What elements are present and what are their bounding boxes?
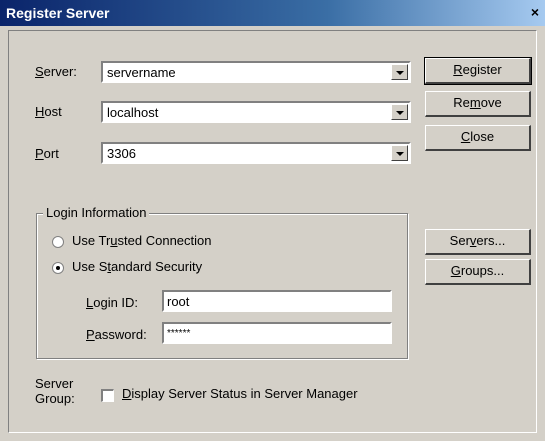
server-value: servername <box>107 65 176 80</box>
close-button[interactable]: Close <box>425 125 531 151</box>
trusted-connection-radio[interactable] <box>52 236 64 248</box>
password-label: Password: <box>86 327 147 342</box>
host-dropdown-button[interactable] <box>391 104 408 120</box>
trusted-connection-label[interactable]: Use Trusted Connection <box>72 233 211 248</box>
server-combobox[interactable]: servername <box>101 61 411 83</box>
password-value: ****** <box>167 328 191 339</box>
login-id-value: root <box>167 294 190 309</box>
standard-security-radio[interactable] <box>52 262 64 274</box>
port-value: 3306 <box>107 146 136 161</box>
chevron-down-icon <box>396 71 404 75</box>
login-id-input[interactable]: root <box>162 290 392 312</box>
host-value: localhost <box>107 105 159 120</box>
remove-button[interactable]: Remove <box>425 91 531 117</box>
register-button[interactable]: Register <box>424 57 532 85</box>
port-combobox[interactable]: 3306 <box>101 142 411 164</box>
servers-button[interactable]: Servers... <box>425 229 531 255</box>
display-server-status-checkbox[interactable] <box>101 389 114 402</box>
title-bar[interactable]: Register Server × <box>0 0 545 26</box>
chevron-down-icon <box>396 111 404 115</box>
login-id-label: Login ID: <box>86 295 139 310</box>
server-dropdown-button[interactable] <box>391 64 408 80</box>
login-information-legend: Login Information <box>43 205 150 220</box>
port-dropdown-button[interactable] <box>391 145 408 161</box>
port-label: Port <box>35 146 59 161</box>
password-input[interactable]: ****** <box>162 322 392 344</box>
register-server-dialog: Register Server × Server: servername Hos… <box>0 0 545 441</box>
groups-button[interactable]: Groups... <box>425 259 531 285</box>
chevron-down-icon <box>396 152 404 156</box>
radio-selected-dot <box>56 266 60 270</box>
window-title: Register Server <box>6 5 110 21</box>
host-label: Host <box>35 104 62 119</box>
server-label: Server: <box>35 64 77 79</box>
standard-security-label[interactable]: Use Standard Security <box>72 259 202 274</box>
close-icon[interactable]: × <box>527 4 543 20</box>
display-server-status-label[interactable]: Display Server Status in Server Manager <box>122 386 358 401</box>
host-combobox[interactable]: localhost <box>101 101 411 123</box>
server-group-label: Server Group: <box>35 376 75 406</box>
